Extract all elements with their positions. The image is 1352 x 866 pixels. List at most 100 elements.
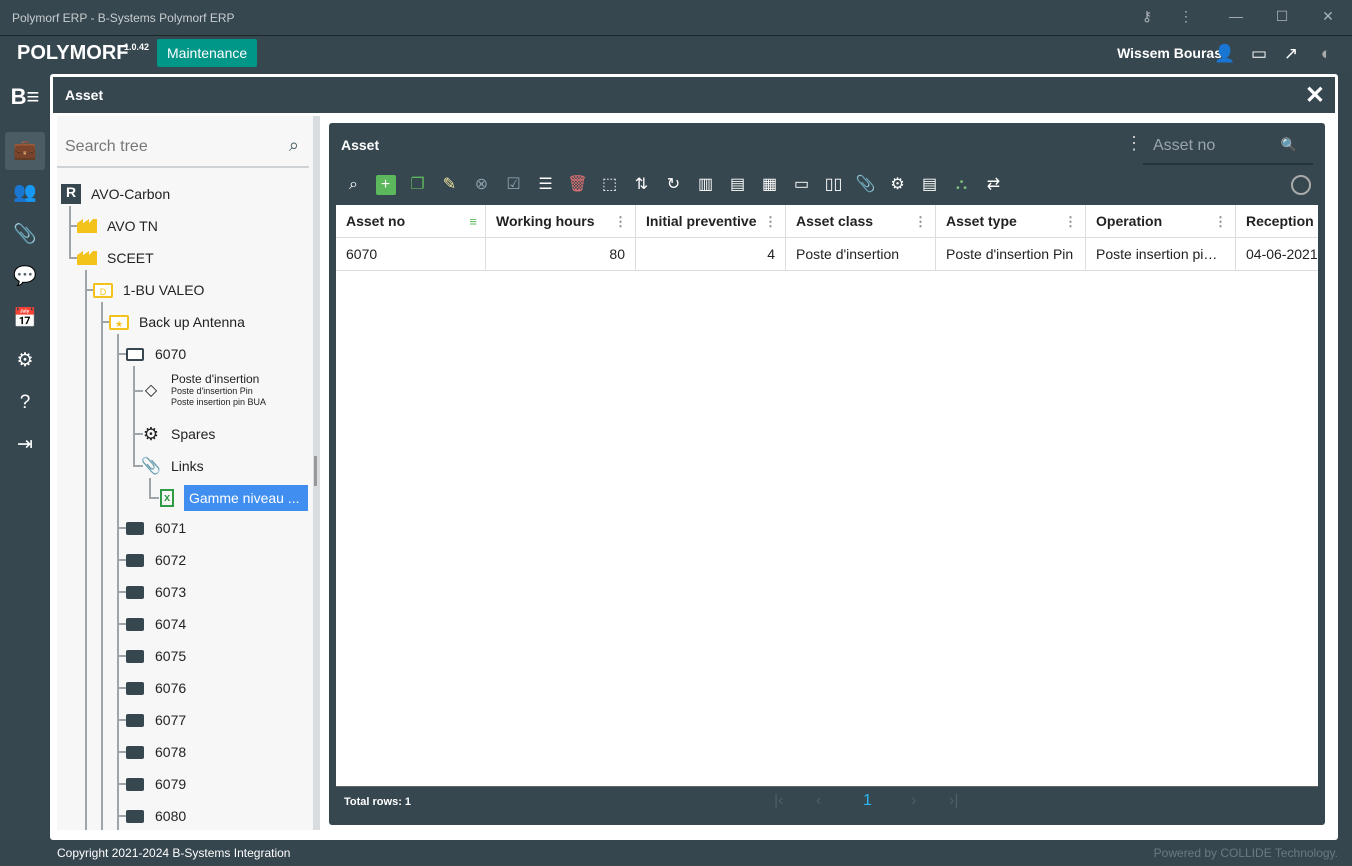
next-page-icon[interactable]: › (911, 792, 916, 810)
calculator-icon[interactable]: ▦ (757, 173, 782, 197)
tree-item-label: 6071 (155, 520, 187, 536)
sidebar-calendar-icon[interactable]: 📅 (5, 300, 45, 338)
copy-icon[interactable]: ❐ (405, 173, 430, 197)
search-icon[interactable]: 🔍 (1281, 137, 1297, 153)
add-icon[interactable]: + (373, 173, 398, 197)
column-header[interactable]: Asset class ⋮ (786, 205, 936, 237)
key-icon[interactable]: ⚷ (1132, 8, 1162, 28)
column-header[interactable]: Initial preventive ⋮ (636, 205, 786, 237)
edit-icon[interactable]: ✎ (437, 173, 462, 197)
sidebar-logout-icon[interactable]: ⇥ (5, 426, 45, 464)
tree-search-input[interactable]: Search tree ⌕ (57, 126, 309, 168)
cell-initial-preventive[interactable]: 4 (636, 238, 786, 270)
window-icon[interactable]: ▭ (789, 173, 814, 197)
tree-search-placeholder: Search tree (65, 138, 148, 155)
open-external-icon[interactable]: ↗ (1280, 43, 1302, 65)
sidebar-users-icon[interactable]: 👥 (5, 174, 45, 212)
close-icon[interactable]: ✕ (1305, 81, 1325, 110)
tree-scrollbar[interactable] (313, 116, 320, 830)
tree-item[interactable]: 6078 (123, 736, 186, 768)
search-icon[interactable]: ⌕ (341, 173, 366, 197)
tree-item[interactable]: 6079 (123, 768, 186, 800)
tree-item[interactable]: 6070 (123, 338, 186, 370)
first-page-icon[interactable]: |‹ (774, 792, 783, 810)
tree-item[interactable]: 6075 (123, 640, 186, 672)
cell-asset-class[interactable]: Poste d'insertion (786, 238, 936, 270)
column-menu-icon[interactable]: ⋮ (614, 205, 627, 237)
minimize-button[interactable]: — (1221, 8, 1251, 28)
print-icon[interactable]: ▤ (725, 173, 750, 197)
cell-operation[interactable]: Poste insertion pin ... (1086, 238, 1236, 270)
tree-item[interactable]: 6073 (123, 576, 186, 608)
maximize-button[interactable]: ☐ (1267, 8, 1297, 28)
last-page-icon[interactable]: ›| (949, 792, 958, 810)
tree-item-label: 1-BU VALEO (123, 282, 205, 298)
account-icon[interactable]: 👤 (1214, 43, 1236, 65)
user-name[interactable]: Wissem Bouras (1117, 45, 1222, 61)
asset-no-search-input[interactable]: Asset no 🔍 (1143, 129, 1313, 165)
cell-asset-no[interactable]: 6070 (336, 238, 486, 270)
edit-list-icon[interactable]: ☰ (533, 173, 558, 197)
sidebar-attachment-icon[interactable]: 📎 (5, 216, 45, 254)
prev-page-icon[interactable]: ‹ (816, 792, 821, 810)
sidebar-chat-icon[interactable]: 💬 (5, 258, 45, 296)
attachment-file-icon[interactable]: 📎 (853, 173, 878, 197)
tree-item-selected[interactable]: x Gamme niveau ... (155, 482, 308, 514)
column-menu-icon[interactable]: ⋮ (1064, 205, 1077, 237)
hierarchy-icon[interactable]: ⛬ (949, 173, 974, 197)
grid-menu-icon[interactable]: ⋮ (1125, 133, 1143, 154)
tree-item[interactable]: 6074 (123, 608, 186, 640)
sort-indicator-icon[interactable]: ≡ (469, 205, 477, 237)
folder-icon: D (91, 279, 115, 301)
column-menu-icon[interactable]: ⋮ (914, 205, 927, 237)
fullscreen-icon[interactable]: ▭ (1248, 43, 1270, 65)
tree-item[interactable]: 6077 (123, 704, 186, 736)
column-header[interactable]: Working hours ⋮ (486, 205, 636, 237)
cell-asset-type[interactable]: Poste d'insertion Pin (936, 238, 1086, 270)
tree-item[interactable]: 6076 (123, 672, 186, 704)
tree-item[interactable]: 6071 (123, 512, 186, 544)
columns-icon[interactable]: ▯▯ (821, 173, 846, 197)
column-header[interactable]: Operation ⋮ (1086, 205, 1236, 237)
column-menu-icon[interactable]: ⋮ (1214, 205, 1227, 237)
tree-item[interactable]: R AVO-Carbon (59, 178, 170, 210)
column-header[interactable]: Asset type ⋮ (936, 205, 1086, 237)
current-page[interactable]: 1 (863, 792, 872, 810)
column-header[interactable]: Reception d (1236, 205, 1318, 237)
delete-icon[interactable]: 🗑 (565, 173, 590, 197)
tree-item-label: 6079 (155, 776, 187, 792)
tree-item-label: 6072 (155, 552, 187, 568)
sidebar-maintenance-icon[interactable]: 💼 (5, 132, 45, 170)
more-vert-icon[interactable]: ⋮ (1171, 8, 1201, 28)
sidebar-settings-icon[interactable]: ⚙ (5, 342, 45, 380)
tree-item[interactable]: D 1-BU VALEO (91, 274, 204, 306)
confirm-icon[interactable]: ☑ (501, 173, 526, 197)
swap-icon[interactable]: ⇄ (981, 173, 1006, 197)
close-window-button[interactable]: ✕ (1313, 8, 1343, 28)
note-icon[interactable]: ▤ (917, 173, 942, 197)
checklist-icon[interactable]: ▥ (693, 173, 718, 197)
table-row[interactable]: 6070 80 4 Poste d'insertion Poste d'inse… (336, 238, 1318, 271)
theme-icon[interactable]: ◐ (1315, 43, 1337, 65)
tree-item[interactable]: ◇ Poste d'insertion Poste d'insertion Pin P… (139, 370, 266, 410)
tree-item[interactable]: SCEET (75, 242, 154, 274)
tree-item[interactable]: 6080 (123, 800, 186, 830)
refresh-icon[interactable]: ↻ (661, 173, 686, 197)
cancel-icon[interactable]: ⊗ (469, 173, 494, 197)
sidebar-help-icon[interactable]: ? (5, 384, 45, 422)
select-all-icon[interactable]: ⬚ (597, 173, 622, 197)
tree-item[interactable]: 📎 Links (139, 450, 204, 482)
column-header[interactable]: Asset no ≡ (336, 205, 486, 237)
search-icon[interactable]: ⌕ (289, 135, 299, 156)
tree-item[interactable]: AVO TN (75, 210, 158, 242)
tree-item[interactable]: ⚙ Spares (139, 418, 215, 450)
module-badge[interactable]: Maintenance (157, 39, 258, 67)
sort-icon[interactable]: ⇅ (629, 173, 654, 197)
tree-item[interactable]: ★ Back up Antenna (107, 306, 245, 338)
cell-reception-date[interactable]: 04-06-2021 (1236, 238, 1318, 270)
column-menu-icon[interactable]: ⋮ (764, 205, 777, 237)
history-icon[interactable] (1291, 175, 1311, 195)
cell-working-hours[interactable]: 80 (486, 238, 636, 270)
tree-item[interactable]: 6072 (123, 544, 186, 576)
settings-icon[interactable]: ⚙ (885, 173, 910, 197)
